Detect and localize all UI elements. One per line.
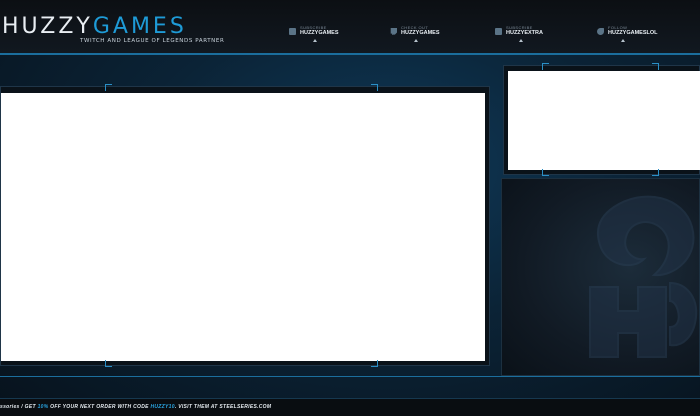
sponsor-message: ssories / GET 10% OFF YOUR NEXT ORDER WI… <box>0 404 271 410</box>
stream-overlay: HUZZYGAMES TWITCH AND LEAGUE OF LEGENDS … <box>0 0 700 416</box>
sponsor-code: HUZZY10 <box>150 404 175 410</box>
caret-up-icon <box>414 39 418 42</box>
social-handle: HUZZYEXTRA <box>506 30 543 36</box>
sponsor-ticker: ssories / GET 10% OFF YOUR NEXT ORDER WI… <box>0 398 700 416</box>
frame-corner-bracket <box>105 360 112 367</box>
caret-up-icon <box>519 39 523 42</box>
caret-up-icon <box>313 39 317 42</box>
webcam-frame <box>503 63 700 176</box>
logo-text-huzzy: HUZZY <box>2 14 93 39</box>
social-handle: HUZZYGAMES <box>300 30 339 36</box>
frame-corner-bracket <box>105 84 112 91</box>
brand-logo: HUZZYGAMES <box>2 16 187 38</box>
frame-corner-bracket <box>371 360 378 367</box>
social-handle: HUZZYGAMESLOL <box>608 30 658 36</box>
frame-corner-bracket <box>652 169 659 176</box>
logo-text-games: GAMES <box>92 14 187 39</box>
gameplay-frame <box>0 84 490 367</box>
mascot-watermark-icon <box>589 195 698 358</box>
sponsor-text-start: ssories / GET <box>0 404 38 410</box>
webcam-screen <box>508 71 700 170</box>
frame-corner-bracket <box>371 84 378 91</box>
twitter-icon <box>597 28 604 35</box>
header-bar: HUZZYGAMES TWITCH AND LEAGUE OF LEGENDS … <box>0 0 700 55</box>
frame-corner-bracket <box>542 169 549 176</box>
frame-corner-bracket <box>542 63 549 70</box>
sponsor-text-end: . VISIT THEM AT STEELSERIES.COM <box>174 404 272 410</box>
chat-panel <box>501 178 700 376</box>
youtube-icon <box>289 28 296 35</box>
twitch-icon <box>390 28 397 35</box>
brand-tagline: TWITCH AND LEAGUE OF LEGENDS PARTNER <box>80 38 225 44</box>
gameplay-screen <box>1 93 485 361</box>
caret-up-icon <box>621 39 625 42</box>
frame-corner-bracket <box>652 63 659 70</box>
social-handle: HUZZYGAMES <box>401 30 440 36</box>
accent-divider <box>0 376 700 377</box>
youtube-icon <box>495 28 502 35</box>
sponsor-discount: 10% <box>37 404 49 410</box>
sponsor-text-middle: OFF YOUR NEXT ORDER WITH CODE <box>48 404 151 410</box>
